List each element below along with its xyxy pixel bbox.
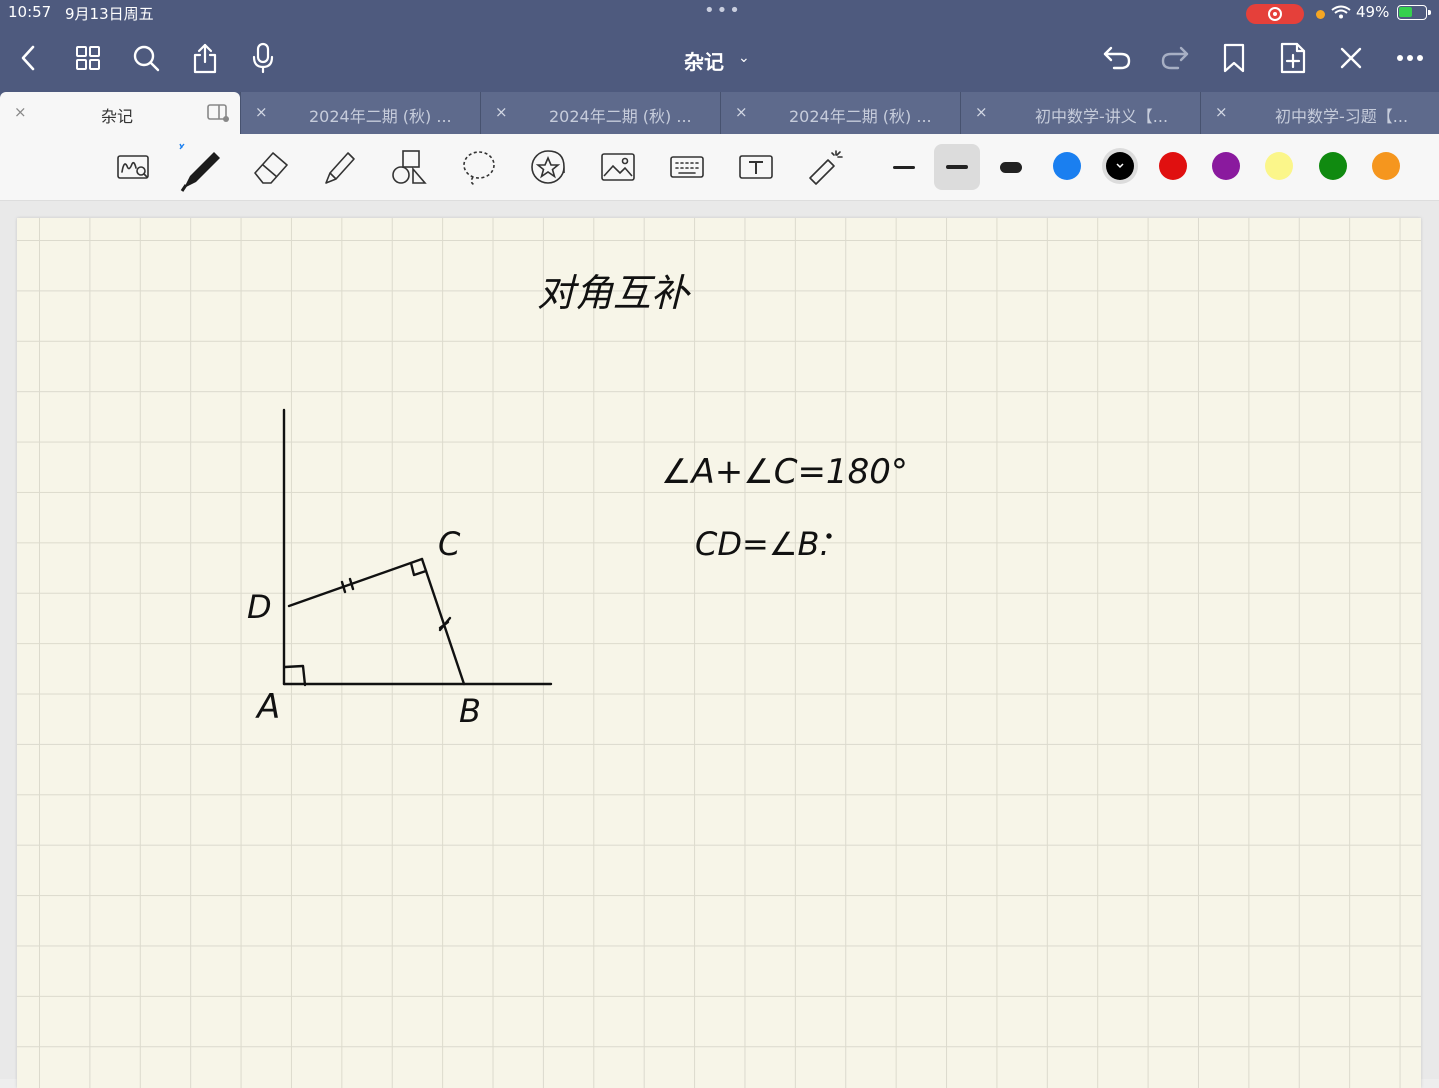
tab-2024-autumn-2[interactable]: × 2024年二期 (秋) ... <box>480 92 720 134</box>
chevron-down-icon <box>1116 163 1124 169</box>
back-icon[interactable] <box>11 40 45 76</box>
close-icon[interactable]: × <box>735 103 748 121</box>
battery-percent: 49% <box>1356 3 1390 21</box>
eraser-icon[interactable] <box>251 146 291 188</box>
color-blue[interactable] <box>1053 152 1081 180</box>
color-yellow[interactable] <box>1265 152 1293 180</box>
close-icon[interactable]: × <box>495 103 508 121</box>
color-black[interactable] <box>1106 152 1134 180</box>
more-options-icon[interactable] <box>1393 40 1427 76</box>
close-icon[interactable]: × <box>1215 103 1228 121</box>
share-icon[interactable] <box>188 40 222 76</box>
tab-label: 初中数学-习题【... <box>1275 107 1409 126</box>
tab-math-exercises[interactable]: × 初中数学-习题【... <box>1200 92 1439 134</box>
grid-view-icon[interactable] <box>71 40 105 76</box>
drawing-toolbar <box>0 134 1439 201</box>
top-bar: 10:57 9月13日周五 ••• 49% 杂记 ⌄ <box>0 0 1439 92</box>
handwriting-recognition-icon[interactable] <box>113 146 153 188</box>
color-purple[interactable] <box>1212 152 1240 180</box>
tab-label: 2024年二期 (秋) ... <box>309 107 452 126</box>
split-view-icon[interactable] <box>206 103 230 123</box>
segment-dc <box>287 557 424 608</box>
microphone-icon[interactable] <box>246 40 280 76</box>
close-icon[interactable]: × <box>975 103 988 121</box>
laser-pointer-icon[interactable] <box>806 146 846 188</box>
screen-recording-indicator[interactable] <box>1246 4 1304 24</box>
color-orange[interactable] <box>1372 152 1400 180</box>
note-title: 对角互补 <box>537 271 691 315</box>
point-label-c: C <box>438 525 461 563</box>
point-label-d: D <box>247 588 272 626</box>
sticker-icon[interactable] <box>528 146 568 188</box>
canvas-area: 对角互补 ∠A+∠C=180° CD=∠B. A B C D <box>0 201 1439 1088</box>
add-page-icon[interactable] <box>1276 40 1310 76</box>
point-label-a: A <box>255 687 280 727</box>
image-icon[interactable] <box>598 146 638 188</box>
tab-label: 2024年二期 (秋) ... <box>549 107 692 126</box>
tab-2024-autumn-1[interactable]: × 2024年二期 (秋) ... <box>240 92 480 134</box>
close-icon[interactable]: × <box>255 103 268 121</box>
equation-side: CD=∠B. <box>695 525 830 563</box>
battery-icon <box>1397 5 1431 20</box>
tab-label: 杂记 <box>101 107 134 126</box>
keyboard-icon[interactable] <box>667 146 707 188</box>
tab-2024-autumn-3[interactable]: × 2024年二期 (秋) ... <box>720 92 960 134</box>
stroke-thin[interactable] <box>881 144 927 190</box>
text-box-icon[interactable] <box>736 146 776 188</box>
stroke-thick[interactable] <box>988 144 1034 190</box>
document-title[interactable]: 杂记 <box>684 46 724 75</box>
status-date: 9月13日周五 <box>65 5 154 23</box>
close-toolbar-icon[interactable] <box>1334 40 1368 76</box>
tab-bar: × 杂记 × 2024年二期 (秋) ... × 2024年二期 (秋) ...… <box>0 92 1439 134</box>
search-icon[interactable] <box>129 40 163 76</box>
note-page[interactable]: 对角互补 ∠A+∠C=180° CD=∠B. A B C D <box>17 218 1421 1088</box>
chevron-down-icon[interactable]: ⌄ <box>738 50 750 66</box>
bookmark-icon[interactable] <box>1217 40 1251 76</box>
segment-cb <box>420 557 466 686</box>
stroke-medium[interactable] <box>934 144 980 190</box>
undo-icon[interactable] <box>1100 40 1134 76</box>
tab-math-lecture[interactable]: × 初中数学-讲义【... <box>960 92 1200 134</box>
tab-notes[interactable]: × 杂记 <box>0 92 240 134</box>
handwritten-ink: 对角互补 ∠A+∠C=180° CD=∠B. A B C D <box>247 271 908 730</box>
color-green[interactable] <box>1319 152 1347 180</box>
tab-label: 2024年二期 (秋) ... <box>789 107 932 126</box>
tab-label: 初中数学-讲义【... <box>1035 107 1169 126</box>
close-icon[interactable]: × <box>14 103 27 121</box>
point-label-b: B <box>459 692 481 730</box>
right-angle-mark-a <box>283 664 307 687</box>
lasso-icon[interactable] <box>459 146 499 188</box>
multitasking-dots-icon[interactable]: ••• <box>704 0 742 21</box>
equation-angle-sum: ∠A+∠C=180° <box>661 452 908 492</box>
shapes-icon[interactable] <box>389 146 429 188</box>
pen-icon[interactable] <box>178 142 224 192</box>
highlighter-icon[interactable] <box>320 146 360 188</box>
redo-icon[interactable] <box>1158 40 1192 76</box>
mic-in-use-indicator <box>1316 10 1325 19</box>
wifi-icon <box>1331 5 1351 19</box>
status-time: 10:57 <box>8 3 52 21</box>
color-red[interactable] <box>1159 152 1187 180</box>
